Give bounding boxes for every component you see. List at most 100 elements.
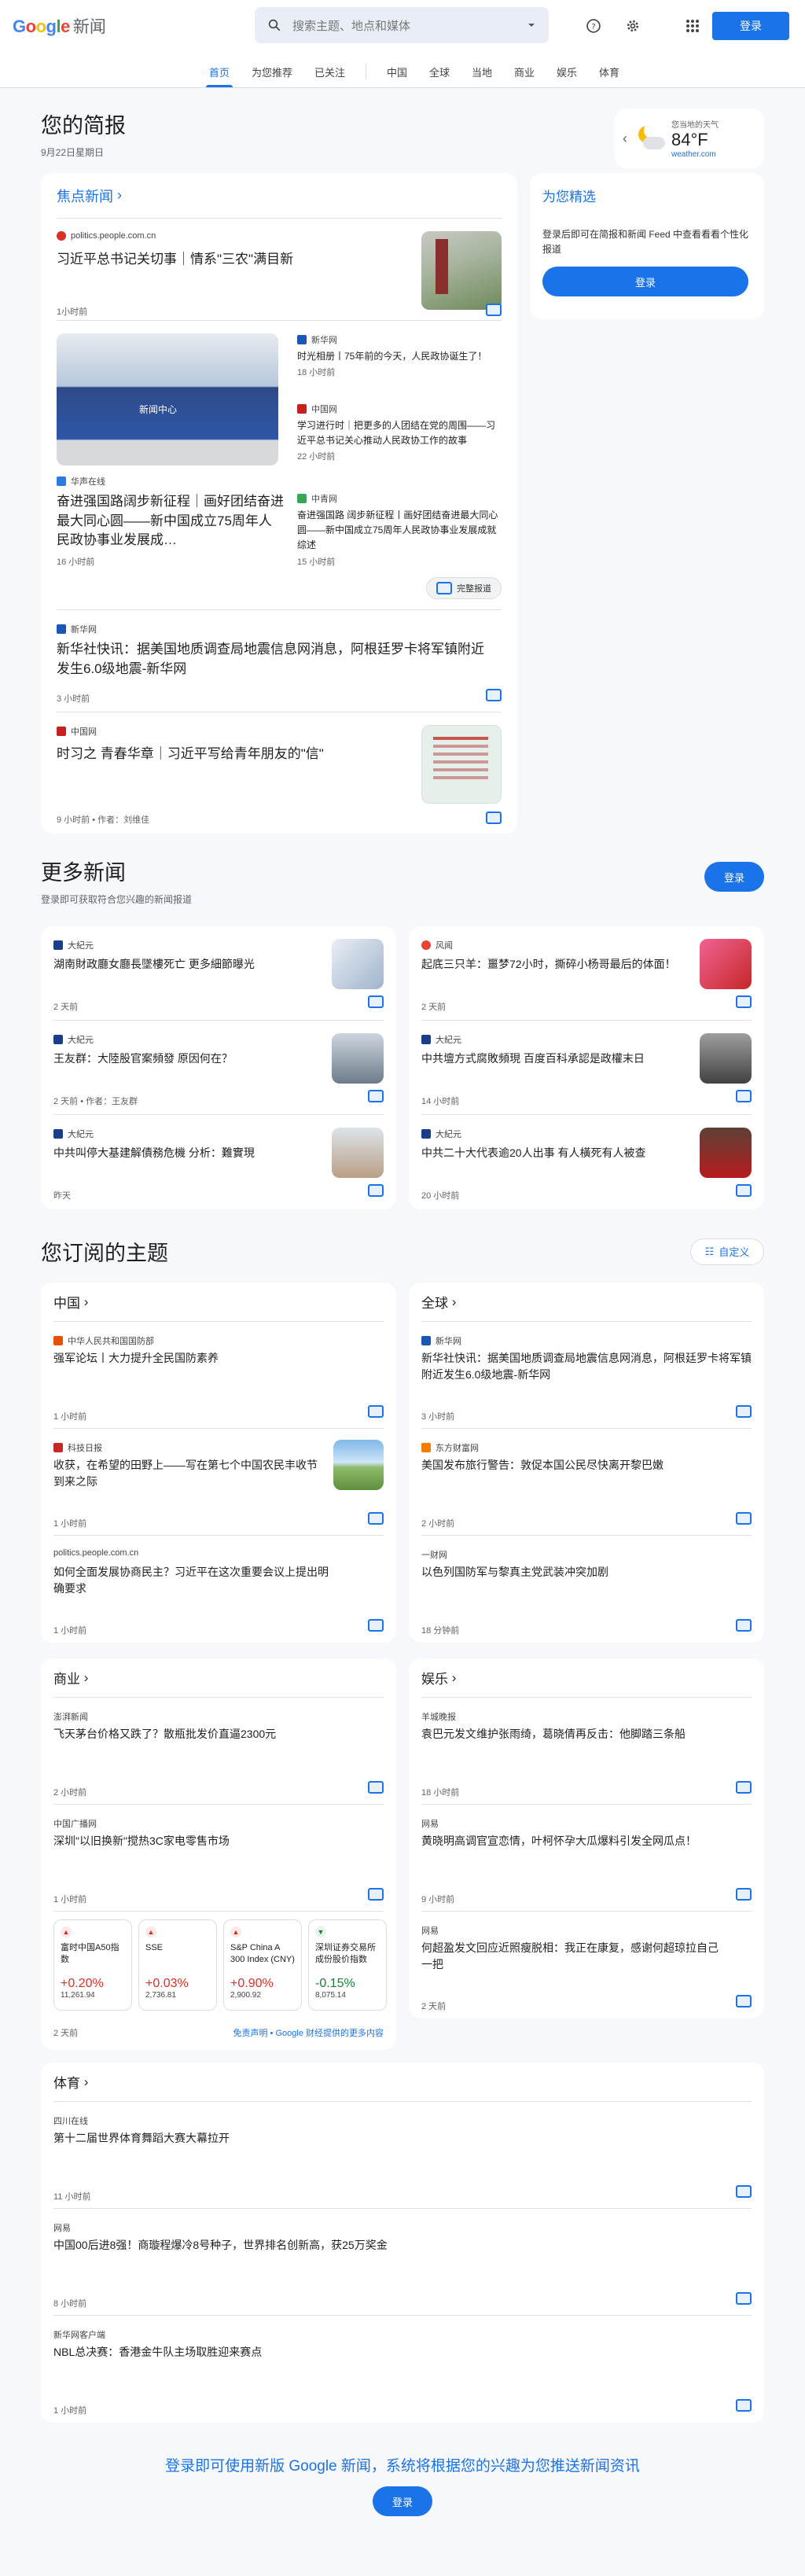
article-title[interactable]: 中共叫停大基建解債務危機 分析：難實現 <box>53 1145 329 1161</box>
list-item[interactable]: 大紀元 王友群：大陸股官案頻發 原因何在？ 2 天前 • 作者：王友群 <box>53 1021 384 1115</box>
article-title[interactable]: 收获，在希望的田野上——写在第七个中国农民丰收节到来之际 <box>53 1457 321 1490</box>
search-input[interactable]: 搜索主题、地点和媒体 <box>292 17 527 34</box>
dropdown-arrow-icon[interactable] <box>527 20 536 30</box>
article-title[interactable]: 中共二十大代表逾20人出事 有人橫死有人被查 <box>421 1145 697 1161</box>
list-item[interactable]: 新华网客户端 NBL总决赛：香港金牛队主场取胜迎来赛点 1 小时前 <box>53 2316 752 2423</box>
list-item[interactable]: 科技日报 收获，在希望的田野上——写在第七个中国农民丰收节到来之际 1 小时前 <box>53 1429 384 1536</box>
topic-heading[interactable]: 中国 › <box>53 1282 384 1322</box>
full-coverage-icon[interactable] <box>736 2292 752 2305</box>
article-title[interactable]: 湖南財政廳女廳長墜樓死亡 更多細節曝光 <box>53 956 329 972</box>
tab-following[interactable]: 已关注 <box>303 64 356 87</box>
full-coverage-icon[interactable] <box>736 1619 752 1632</box>
list-item[interactable]: 新华网 新华社快讯：据美国地质调查局地震信息网消息，阿根廷罗卡将军镇附近发生6.… <box>421 1322 752 1429</box>
article-title[interactable]: 深圳"以旧换新"搅热3C家电零售市场 <box>53 1833 352 1849</box>
list-item[interactable]: 大紀元 中共壇方式腐敗頻現 百度百科承認是政權末日 14 小时前 <box>421 1021 752 1115</box>
list-item[interactable]: 羊城晚报 袁巴元发文维护张雨绮，葛晓倩再反击：他脚踏三条船 18 小时前 <box>421 1698 752 1805</box>
picks-sign-in-button[interactable]: 登录 <box>542 267 748 297</box>
list-item[interactable]: 中国广播网 深圳"以旧换新"搅热3C家电零售市场 1 小时前 <box>53 1805 384 1912</box>
list-item[interactable]: 一财网 以色列国防军与黎真主党武装冲突加剧 18 分钟前 <box>421 1536 752 1643</box>
article-title[interactable]: 美国发布旅行警告：敦促本国公民尽快离开黎巴嫩 <box>421 1457 720 1474</box>
article[interactable]: politics.people.com.cn 习近平总书记关切事｜情系"三农"满… <box>57 219 502 321</box>
article-title[interactable]: 第十二届世界体育舞蹈大赛大幕拉开 <box>53 2130 682 2147</box>
full-coverage-icon[interactable] <box>736 995 752 1008</box>
article-title[interactable]: 黄晓明高调官宣恋情，叶柯怀孕大瓜爆料引发全网瓜点！ <box>421 1833 720 1849</box>
article-thumbnail[interactable] <box>332 1033 384 1084</box>
tab-business[interactable]: 商业 <box>503 64 546 87</box>
article-thumbnail[interactable] <box>333 1440 384 1490</box>
article-title[interactable]: 袁巴元发文维护张雨绮，葛晓倩再反击：他脚踏三条船 <box>421 1726 720 1742</box>
tab-sports[interactable]: 体育 <box>588 64 630 87</box>
topic-heading[interactable]: 全球 › <box>421 1282 752 1322</box>
article-title[interactable]: 时习之 青春华章｜习近平写给青年朋友的"信" <box>57 742 324 762</box>
full-coverage-icon[interactable] <box>736 1512 752 1525</box>
google-news-logo[interactable]: Google 新闻 <box>13 14 248 38</box>
article-title[interactable]: NBL总决赛：香港金牛队主场取胜迎来赛点 <box>53 2344 682 2361</box>
full-coverage-icon[interactable] <box>368 1512 384 1525</box>
article[interactable]: 中国网 时习之 青春华章｜习近平写给青年朋友的"信" 9 小时前 • 作者：刘维… <box>57 712 502 834</box>
topic-heading[interactable]: 体育 › <box>53 2063 752 2102</box>
list-item[interactable]: 大紀元 中共二十大代表逾20人出事 有人橫死有人被查 20 小时前 <box>421 1115 752 1209</box>
article-title[interactable]: 中共壇方式腐敗頻現 百度百科承認是政權末日 <box>421 1051 697 1066</box>
full-coverage-icon[interactable] <box>486 689 502 701</box>
stock-card[interactable]: ▲ S&P China A 300 Index (CNY) +0.90% 2,9… <box>223 1919 302 2011</box>
more-news-sign-in-button[interactable]: 登录 <box>704 862 764 892</box>
article-thumbnail[interactable] <box>332 1128 384 1178</box>
article-title[interactable]: 何超盈发文回应近照瘦脱相：我正在康复，感谢何超琼拉自己一把 <box>421 1940 720 1973</box>
full-coverage-icon[interactable] <box>368 1405 384 1418</box>
article-title[interactable]: 飞天茅台价格又跌了？散瓶批发价直逼2300元 <box>53 1726 352 1742</box>
article-title[interactable]: 学习进行时｜把更多的人团结在党的周围——习近平总书记关心推动人民政协工作的故事 <box>297 418 502 448</box>
cluster-side-article[interactable]: 新华网 时光相册丨75年前的今天，人民政协诞生了！ 18 小时前 <box>297 333 502 378</box>
article-title[interactable]: 时光相册丨75年前的今天，人民政协诞生了！ <box>297 349 502 364</box>
article-thumbnail[interactable] <box>421 231 502 310</box>
cluster-side-article[interactable]: 中青网 奋进强国路 阔步新征程丨画好团结奋进最大同心圆——新中国成立75周年人民… <box>297 492 502 568</box>
full-coverage-icon[interactable] <box>736 1995 752 2007</box>
article-title[interactable]: 如何全面发展协商民主？习近平在这次重要会议上提出明确要求 <box>53 1564 336 1597</box>
full-coverage-icon[interactable] <box>736 1090 752 1102</box>
article-thumbnail[interactable] <box>700 1128 752 1178</box>
article[interactable]: 新华网 新华社快讯：据美国地质调查局地震信息网消息，阿根廷罗卡将军镇附近发生6.… <box>57 610 502 712</box>
list-item[interactable]: politics.people.com.cn 如何全面发展协商民主？习近平在这次… <box>53 1536 384 1643</box>
apps-grid-icon[interactable] <box>681 14 704 38</box>
search-box[interactable]: 搜索主题、地点和媒体 <box>255 7 549 43</box>
article-title[interactable]: 新华社快讯：据美国地质调查局地震信息网消息，阿根廷罗卡将军镇附近发生6.0级地震… <box>57 640 497 679</box>
full-coverage-icon[interactable] <box>486 811 502 824</box>
article-title[interactable]: 起底三只羊：噩梦72小时，撕碎小杨哥最后的体面！ <box>421 956 697 972</box>
cluster-side-article[interactable]: 中国网 学习进行时｜把更多的人团结在党的周围——习近平总书记关心推动人民政协工作… <box>297 403 502 462</box>
article-thumbnail[interactable] <box>332 939 384 989</box>
topic-heading[interactable]: 商业 › <box>53 1658 384 1698</box>
article-title[interactable]: 奋进强国路阔步新征程｜画好团结奋进最大同心圆——新中国成立75周年人民政协事业发… <box>57 492 285 550</box>
article-title[interactable]: 以色列国防军与黎真主党武装冲突加剧 <box>421 1564 720 1581</box>
tab-local[interactable]: 当地 <box>461 64 503 87</box>
full-coverage-icon[interactable] <box>368 1781 384 1794</box>
article-title[interactable]: 奋进强国路 阔步新征程丨画好团结奋进最大同心圆——新中国成立75周年人民政协事业… <box>297 508 502 554</box>
footer-sign-in-button[interactable]: 登录 <box>373 2486 432 2516</box>
sign-in-button[interactable]: 登录 <box>712 12 789 40</box>
list-item[interactable]: 网易 中国00后进8强！商璇程爆冷8号种子，世界排名创新高，获25万奖金 8 小… <box>53 2209 752 2316</box>
full-coverage-icon[interactable] <box>368 1090 384 1102</box>
list-item[interactable]: 澎湃新闻 飞天茅台价格又跌了？散瓶批发价直逼2300元 2 小时前 <box>53 1698 384 1805</box>
full-coverage-icon[interactable] <box>368 1888 384 1901</box>
list-item[interactable]: 四川在线 第十二届世界体育舞蹈大赛大幕拉开 11 小时前 <box>53 2102 752 2209</box>
help-icon[interactable]: ? <box>582 14 605 38</box>
finance-disclaimer-link[interactable]: 免责声明 • Google 财经提供的更多内容 <box>233 2026 384 2039</box>
full-coverage-icon[interactable] <box>486 304 502 316</box>
customize-button[interactable]: ☷ 自定义 <box>690 1238 764 1265</box>
tab-china[interactable]: 中国 <box>376 64 418 87</box>
full-coverage-icon[interactable] <box>736 1888 752 1901</box>
chevron-left-icon[interactable]: ‹ <box>623 131 627 147</box>
stock-card[interactable]: ▲ 富时中国A50指数 +0.20% 11,261.94 <box>53 1919 132 2011</box>
tab-entertainment[interactable]: 娱乐 <box>546 64 588 87</box>
list-item[interactable]: 大紀元 湖南財政廳女廳長墜樓死亡 更多細節曝光 2 天前 <box>53 926 384 1021</box>
full-coverage-button[interactable]: 完整报道 <box>426 577 502 599</box>
article-thumbnail[interactable] <box>421 725 502 804</box>
article-title[interactable]: 强军论坛丨大力提升全民国防素养 <box>53 1350 352 1367</box>
list-item[interactable]: 中华人民共和国国防部 强军论坛丨大力提升全民国防素养 1 小时前 <box>53 1322 384 1429</box>
article-title[interactable]: 新华社快讯：据美国地质调查局地震信息网消息，阿根廷罗卡将军镇附近发生6.0级地震… <box>421 1350 752 1383</box>
article-thumbnail[interactable] <box>700 1033 752 1084</box>
article-title[interactable]: 习近平总书记关切事｜情系"三农"满目新 <box>57 250 402 269</box>
topic-heading[interactable]: 娱乐 › <box>421 1658 752 1698</box>
article-title[interactable]: 王友群：大陸股官案頻發 原因何在？ <box>53 1051 329 1066</box>
full-coverage-icon[interactable] <box>736 1781 752 1794</box>
weather-source-link[interactable]: weather.com <box>671 150 719 159</box>
full-coverage-icon[interactable] <box>736 2185 752 2198</box>
